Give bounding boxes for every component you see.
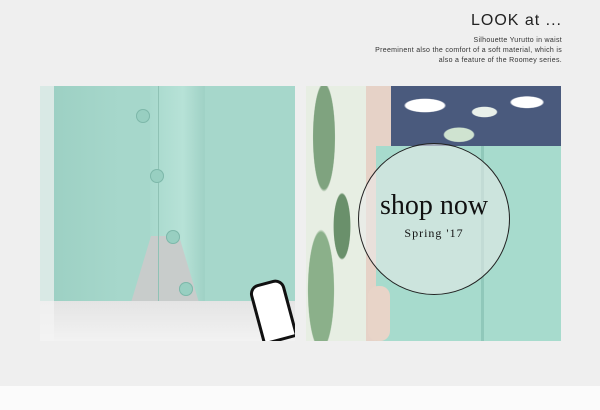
- bottom-band: [0, 386, 600, 410]
- hand: [368, 286, 390, 341]
- look-title: LOOK at ...: [470, 12, 562, 29]
- shop-now-subtitle: Spring '17: [404, 226, 464, 240]
- leaf-background: [306, 86, 366, 341]
- floral-top: [391, 86, 561, 151]
- skirt-button: [166, 230, 180, 244]
- skirt-seam: [158, 86, 159, 301]
- shop-now-title: shop now: [379, 190, 489, 221]
- shop-now-button[interactable]: shop now Spring '17: [358, 143, 510, 295]
- skirt-detail-photo: [40, 86, 295, 341]
- header-block: LOOK at ... Silhouette Yurutto in waist …: [375, 12, 562, 66]
- description-line-3: also a feature of the Roomey series.: [438, 57, 562, 64]
- description-line-2: Preeminent also the comfort of a soft ma…: [375, 47, 562, 54]
- skirt-button: [179, 282, 193, 296]
- skirt-button: [136, 109, 150, 123]
- skirt-button: [150, 169, 164, 183]
- description-line-1: Silhouette Yurutto in waist: [473, 37, 562, 44]
- photo-edge: [40, 86, 54, 341]
